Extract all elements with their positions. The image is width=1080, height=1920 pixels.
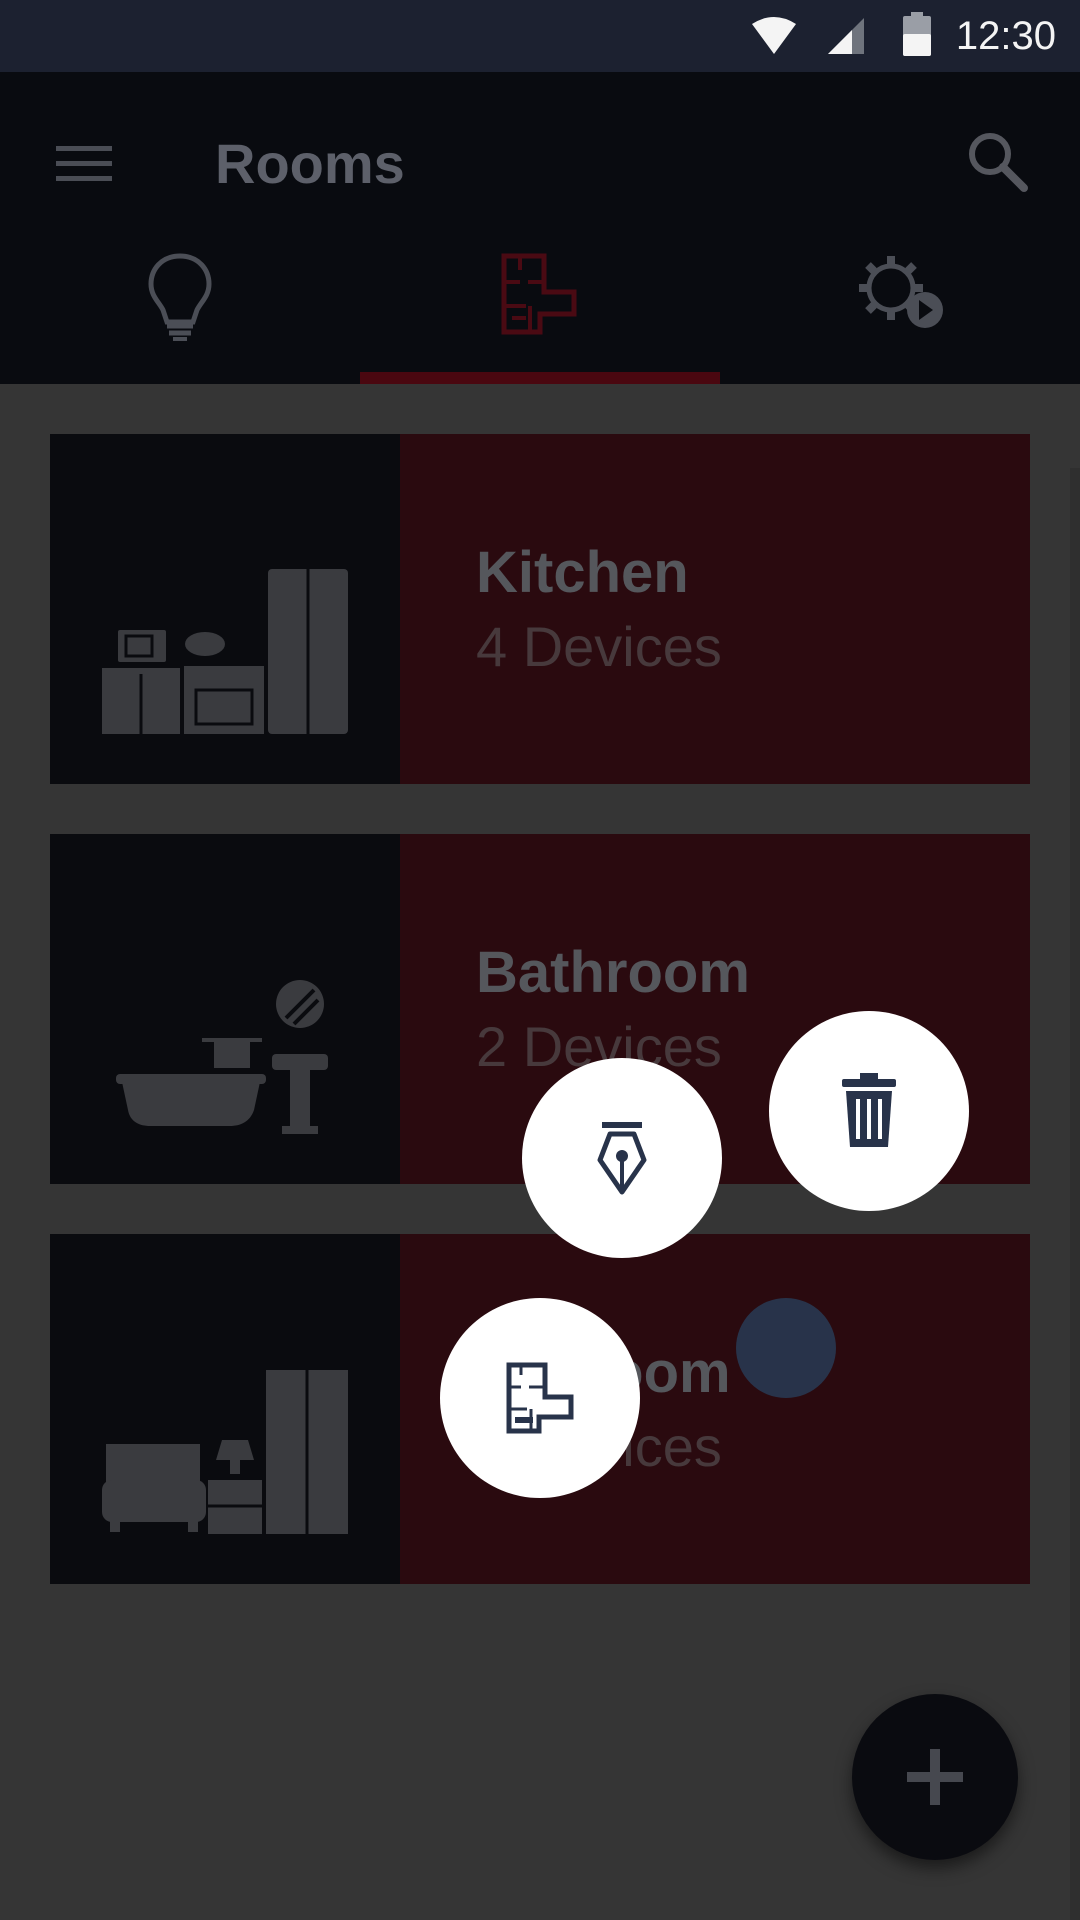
floorplan-icon xyxy=(501,253,577,335)
room-image xyxy=(50,834,400,1184)
pen-nib-icon xyxy=(597,1122,647,1195)
plus-icon xyxy=(907,1749,963,1805)
tab-scenes[interactable] xyxy=(720,252,1080,384)
gear-play-icon xyxy=(859,256,943,328)
signal-icon xyxy=(828,18,864,54)
add-fab-button[interactable] xyxy=(852,1694,1018,1860)
floorplan-icon xyxy=(506,1362,574,1434)
room-name: Kitchen xyxy=(476,540,689,605)
room-image xyxy=(50,434,400,784)
room-device-count: 4 Devices xyxy=(476,615,722,678)
room-name: Bathroom xyxy=(476,940,750,1005)
room-image xyxy=(50,1234,400,1584)
add-room-button[interactable] xyxy=(440,1298,640,1498)
bathroom-icon xyxy=(116,980,328,1134)
search-button[interactable] xyxy=(960,124,1036,200)
menu-icon xyxy=(56,146,112,181)
edit-room-button[interactable] xyxy=(522,1058,722,1258)
lightbulb-icon xyxy=(148,253,212,341)
tab-indicator xyxy=(360,372,720,384)
delete-room-button[interactable] xyxy=(769,1011,969,1211)
status-bar: 12:30 xyxy=(0,0,1080,72)
search-icon xyxy=(969,133,1028,192)
page-title: Rooms xyxy=(215,132,405,195)
room-card-kitchen[interactable]: Kitchen 4 Devices xyxy=(50,434,1030,784)
app-bar: Rooms xyxy=(0,72,1080,384)
tab-lights[interactable] xyxy=(0,252,360,384)
tab-rooms[interactable] xyxy=(360,252,720,384)
trash-icon xyxy=(842,1073,896,1147)
bedroom-icon xyxy=(102,1370,348,1534)
battery-icon xyxy=(903,12,931,56)
kitchen-icon xyxy=(102,569,348,734)
status-time: 12:30 xyxy=(955,14,1056,58)
scrollbar-track xyxy=(1070,468,1080,1920)
menu-button[interactable] xyxy=(48,128,120,200)
wifi-icon xyxy=(752,17,796,54)
fab-anchor-dot xyxy=(736,1298,836,1398)
